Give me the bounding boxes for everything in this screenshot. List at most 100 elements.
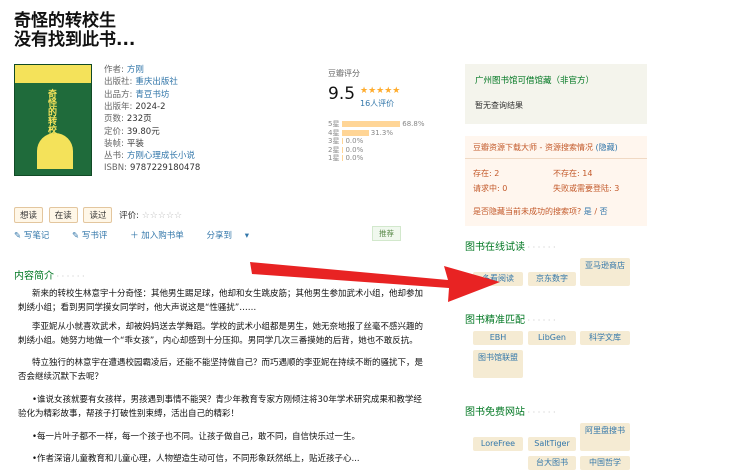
hide-no-link[interactable]: 否	[600, 207, 608, 216]
book-cover-image[interactable]: 奇怪的转校生	[14, 64, 92, 176]
library-box: 广州图书馆可借馆藏（非官方） 暂无查询结果	[465, 64, 647, 124]
free-salttiger[interactable]: SaltTiger	[528, 437, 576, 451]
write-review-link[interactable]: ✎ 写书评	[72, 231, 117, 241]
intro-text-6: •作者深谙儿童教育和儿童心理，人物塑造生动可信，不同形象跃然纸上，贴近孩子心..…	[32, 454, 360, 464]
info-value: 39.80元	[126, 126, 160, 137]
rating-bar-row: 1星 0.0%	[328, 154, 363, 163]
info-value[interactable]: 重庆出版社	[135, 77, 178, 87]
reading-button[interactable]: 在读	[48, 207, 78, 223]
not-exists-count: 不存在: 14	[553, 169, 593, 178]
resource-title-text: 豆瓣资源下载大师 - 资源搜索情况	[473, 143, 593, 152]
intro-paragraph-4: •谁说女孩就要有女孩样，男孩遇到事情不能哭？青少年教育专家方刚倾注将30年学术研…	[18, 393, 426, 421]
have-read-button[interactable]: 读过	[83, 207, 113, 223]
free-chinese-philosophy[interactable]: 中国哲学	[580, 456, 630, 470]
want-read-button[interactable]: 想读	[14, 207, 44, 223]
intro-paragraph-5: •每一片叶子都不一样，每一个孩子也不同。让孩子做自己，敢不同，自信快乐过一生。	[18, 430, 426, 444]
rate-label: 评价:	[119, 211, 140, 221]
divider	[465, 158, 647, 159]
hide-question: 是否隐藏当前未成功的搜索项? 是 / 否	[473, 206, 608, 217]
precise-libgen[interactable]: LibGen	[528, 331, 576, 345]
rating-score: 9.5	[328, 84, 356, 104]
resource-hide-link[interactable]: (隐藏)	[596, 143, 618, 152]
add-list-label: 加入购书单	[141, 231, 184, 241]
rating-bar-label: 4星	[328, 128, 340, 137]
intro-text-5: •每一片叶子都不一样，每一个孩子也不同。让孩子做自己，敢不同，自信快乐过一生。	[32, 432, 361, 442]
online-read-title: 图书在线试读	[465, 238, 556, 253]
online-read-amazon[interactable]: 亚马逊商店	[580, 258, 630, 286]
rate-stars-input[interactable]: ☆☆☆☆☆	[142, 211, 182, 221]
rating-bar	[342, 138, 344, 145]
info-value: 9787229180478	[129, 163, 201, 174]
rating-bar	[342, 121, 401, 127]
reading-status-row: 想读 在读 读过 评价: ☆☆☆☆☆	[14, 207, 182, 223]
info-key: 页数:	[104, 114, 124, 125]
rating-count-link[interactable]: 16人评价	[360, 98, 394, 109]
info-row: 定价: 39.80元	[104, 126, 160, 138]
info-value: 平装	[126, 138, 144, 149]
rating-bar-label: 3星	[328, 137, 340, 146]
info-row: 出版年: 2024-2	[104, 101, 165, 113]
write-note-link[interactable]: ✎ 写笔记	[14, 231, 59, 241]
page-title: 奇怪的转校生 没有找到此书...	[14, 12, 135, 50]
info-value[interactable]: 青豆书坊	[135, 90, 169, 100]
free-alipan[interactable]: 阿里盘搜书	[580, 423, 630, 451]
free-ntu-library[interactable]: 台大图书	[528, 456, 576, 470]
hide-question-text: 是否隐藏当前未成功的搜索项?	[473, 207, 582, 216]
add-list-link[interactable]: ＋ 加入购书单	[130, 231, 194, 241]
write-note-label: 写笔记	[23, 231, 50, 241]
write-review-label: 写书评	[81, 231, 108, 241]
recommend-button[interactable]: 推荐	[372, 226, 401, 241]
book-subtitle: 没有找到此书...	[14, 30, 136, 50]
online-read-jd[interactable]: 京东数字	[528, 272, 576, 286]
rating-bar-pct: 0.0%	[345, 145, 364, 154]
rating-bar-label: 2星	[328, 145, 340, 154]
precise-ebh[interactable]: EBH	[473, 331, 523, 345]
info-value: 2024-2	[135, 101, 166, 112]
rating-bar-pct: 0.0%	[345, 137, 364, 146]
intro-title: 内容简介	[14, 267, 85, 282]
info-key: 装帧:	[104, 138, 124, 149]
intro-text-1: 新来的转校生林意宇十分奇怪：其他男生踢足球，他却和女生跳皮筋；其他男生参加武术小…	[18, 289, 424, 313]
intro-paragraph-1: 新来的转校生林意宇十分奇怪：其他男生踢足球，他却和女生跳皮筋；其他男生参加武术小…	[18, 287, 426, 315]
intro-paragraph-3: 特立独行的林意宇在遭遇校园霸凌后，还能不能坚持做自己？而巧遇顺的李亚妮在持续不断…	[18, 356, 426, 384]
info-key: 出版社:	[104, 77, 133, 88]
intro-text-4: •谁说女孩就要有女孩样，男孩遇到事情不能哭？青少年教育专家方刚倾注将30年学术研…	[18, 395, 422, 419]
info-value: 232页	[126, 114, 152, 125]
info-value[interactable]: 方刚	[127, 65, 144, 75]
precise-library-alliance[interactable]: 图书馆联盟	[473, 350, 523, 378]
info-key: 丛书:	[104, 151, 124, 162]
rating-bar	[342, 129, 369, 136]
info-value[interactable]: 方刚心理成长小说	[127, 151, 195, 161]
cover-band	[15, 65, 91, 83]
intro-text-2: 李亚妮从小就喜欢武术，却被妈妈送去学舞蹈。学校的武术小组都是男生，她无奈地报了丝…	[18, 322, 424, 346]
info-row: 出品方: 青豆书坊	[104, 89, 169, 101]
info-key: 出品方:	[104, 89, 133, 100]
info-row: 页数: 232页	[104, 113, 152, 125]
cover-illustration	[37, 133, 73, 169]
share-label: 分享到	[206, 231, 233, 241]
online-read-duokan[interactable]: 多看阅读	[473, 272, 523, 286]
rating-bar-pct: 68.8%	[402, 120, 425, 128]
rating-bar-label: 5星	[328, 120, 340, 128]
precise-science[interactable]: 科学文库	[580, 331, 630, 345]
book-title: 奇怪的转校生	[14, 11, 116, 31]
library-status: 暂无查询结果	[475, 101, 523, 110]
info-key: 出版年:	[104, 101, 133, 112]
rating-bar-pct: 31.3%	[370, 128, 393, 137]
resource-search-box: 豆瓣资源下载大师 - 资源搜索情况 (隐藏) 存在: 2 不存在: 14 请求中…	[465, 136, 647, 226]
hide-yes-link[interactable]: 是	[584, 207, 592, 216]
hide-separator: /	[594, 207, 598, 216]
rating-stars-icon: ★★★★★	[360, 86, 401, 96]
rating-bar-pct: 0.0%	[345, 154, 364, 163]
rating-panel: 豆瓣评分 9.5 ★★★★★ 16人评价 5星 68.8% 4星 31.3% 3星 0.0…	[328, 68, 448, 162]
info-row: 作者: 方刚	[104, 64, 144, 76]
resource-title: 豆瓣资源下载大师 - 资源搜索情况 (隐藏)	[473, 142, 618, 153]
share-link[interactable]: 分享到 ▾	[207, 231, 249, 241]
intro-paragraph-6: •作者深谙儿童教育和儿童心理，人物塑造生动可信，不同形象跃然纸上，贴近孩子心..…	[18, 452, 426, 466]
free-title: 图书免费网站	[465, 403, 556, 418]
free-lorefree[interactable]: LoreFree	[473, 437, 523, 451]
action-links: ✎ 写笔记 ✎ 写书评 ＋ 加入购书单 分享到 ▾	[14, 229, 259, 241]
library-title: 广州图书馆可借馆藏（非官方）	[475, 76, 595, 86]
info-row: 丛书: 方刚心理成长小说	[104, 150, 195, 162]
rating-label: 豆瓣评分	[328, 69, 360, 78]
